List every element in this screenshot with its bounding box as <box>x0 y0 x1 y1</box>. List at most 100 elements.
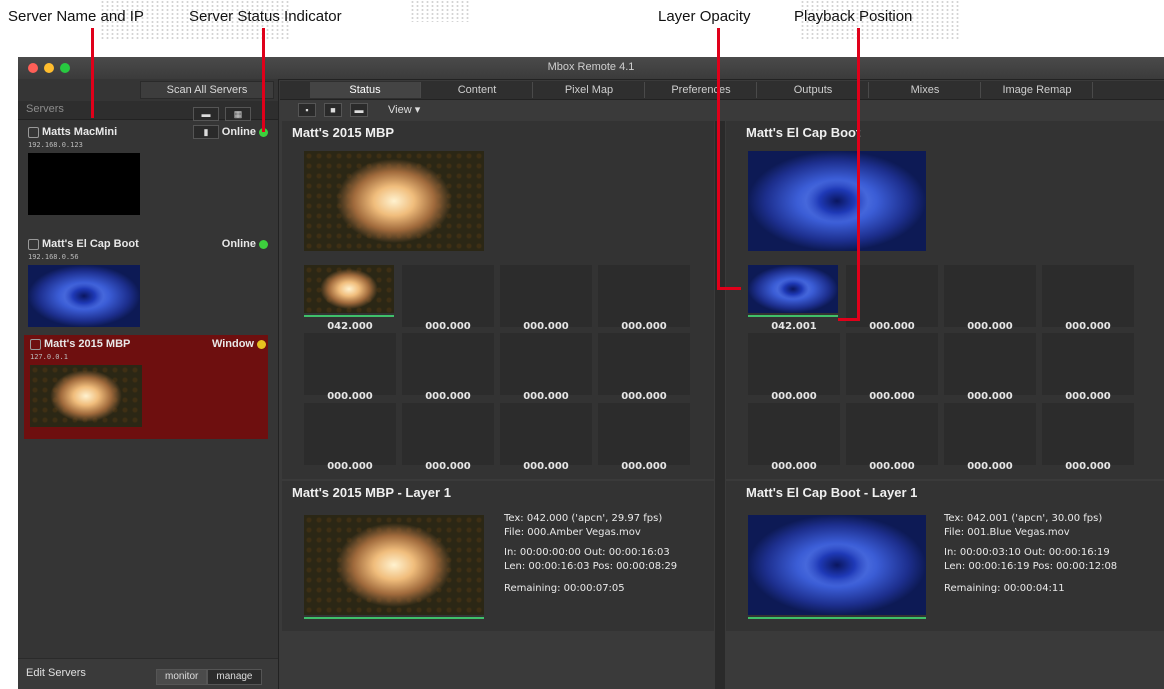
layer-value: 000.000 <box>327 461 373 472</box>
server-name: Matts MacMini <box>42 126 118 138</box>
layer-value: 000.000 <box>425 321 471 332</box>
annotation-leader-line <box>857 28 860 320</box>
layout-small-icon[interactable]: ▪ <box>298 103 316 117</box>
layer-slot[interactable] <box>1042 403 1134 465</box>
layer-value: 000.000 <box>425 461 471 472</box>
layer-value: 000.000 <box>621 461 667 472</box>
layer-panel-left: Matt's 2015 MBP - Layer 1 Tex: 042.000 (… <box>282 481 714 631</box>
layer-slot[interactable] <box>304 403 396 465</box>
layer-value: 000.000 <box>869 391 915 402</box>
layer-slot[interactable] <box>402 403 494 465</box>
status-toolbar: ▪ ■ ▬ View ▾ <box>280 101 1164 119</box>
annotation-leader-line <box>838 318 860 321</box>
status-panel-right: Matt's El Cap Boot 042.001 000.000 000.0… <box>726 121 1164 479</box>
layer-remaining: Remaining: 00:00:04:11 <box>944 583 1065 594</box>
playback-position-bar <box>748 315 838 317</box>
layer-slot[interactable] <box>598 403 690 465</box>
layer-file-info: File: 000.Amber Vegas.mov <box>504 527 641 538</box>
layer-value: 000.000 <box>1065 461 1111 472</box>
sidebar-footer: Edit Servers monitor manage <box>18 658 278 689</box>
tab-content[interactable]: Content <box>422 82 533 98</box>
server-icon <box>28 239 39 250</box>
server-ip: 192.168.0.123 <box>28 141 83 149</box>
servers-header: Servers ▬ ▦▮ <box>18 101 278 139</box>
tab-preferences[interactable]: Preferences <box>646 82 757 98</box>
edit-servers-button[interactable]: Edit Servers <box>26 667 86 679</box>
server-icon <box>30 339 41 350</box>
layer-value: 000.000 <box>1065 391 1111 402</box>
output-preview <box>304 151 484 251</box>
scan-all-servers-button[interactable]: Scan All Servers <box>140 81 274 99</box>
monitor-mode-button[interactable]: monitor <box>156 669 208 685</box>
server-status: Online <box>221 126 256 138</box>
layer-slot[interactable] <box>1042 333 1134 395</box>
manage-mode-button[interactable]: manage <box>207 669 262 685</box>
layer-len-pos: Len: 00:00:16:03 Pos: 00:00:08:29 <box>504 561 678 572</box>
annotation-server-name-ip: Server Name and IP <box>8 8 144 25</box>
layer-slot[interactable] <box>944 403 1036 465</box>
tab-outputs[interactable]: Outputs <box>758 82 869 98</box>
view-small-icon[interactable]: ▬ <box>193 107 219 121</box>
layer-in-out: In: 00:00:00:00 Out: 00:00:16:03 <box>504 547 670 558</box>
layer-value: 042.000 <box>327 321 373 332</box>
servers-sidebar: Scan All Servers Servers ▬ ▦▮ Matts MacMi… <box>18 79 279 689</box>
world-map-decoration <box>410 0 470 22</box>
server-name: Matt's 2015 MBP <box>44 338 131 350</box>
annotation-leader-line <box>717 287 741 290</box>
server-entry-selected[interactable]: Matt's 2015 MBP 127.0.0.1 Window <box>24 335 268 439</box>
layer-len-pos: Len: 00:00:16:19 Pos: 00:00:12:08 <box>944 561 1118 572</box>
layer-slot[interactable] <box>748 403 840 465</box>
layer-slot[interactable] <box>846 333 938 395</box>
layer-slot[interactable] <box>500 265 592 327</box>
playback-position-bar <box>748 617 926 619</box>
server-preview-thumbnail <box>28 153 140 215</box>
layer-value: 000.000 <box>771 461 817 472</box>
layer-slot-active[interactable] <box>748 265 838 313</box>
server-entry[interactable]: Matt's El Cap Boot 192.168.0.56 Online <box>22 235 270 335</box>
layer-slot[interactable] <box>944 333 1036 395</box>
layout-large-icon[interactable]: ▬ <box>350 103 368 117</box>
layer-slot[interactable] <box>944 265 1036 327</box>
layer-remaining: Remaining: 00:00:07:05 <box>504 583 625 594</box>
layer-value: 000.000 <box>523 391 569 402</box>
layer-preview <box>304 515 484 615</box>
layer-value: 000.000 <box>621 321 667 332</box>
tab-mixes[interactable]: Mixes <box>870 82 981 98</box>
layer-slot[interactable] <box>500 333 592 395</box>
layer-slot[interactable] <box>598 265 690 327</box>
layer-tex-info: Tex: 042.001 ('apcn', 30.00 fps) <box>944 513 1103 524</box>
annotation-layer-opacity: Layer Opacity <box>658 8 751 25</box>
layer-panel-right: Matt's El Cap Boot - Layer 1 Tex: 042.00… <box>726 481 1164 631</box>
server-preview-thumbnail <box>28 265 140 327</box>
status-indicator-icon <box>259 240 268 249</box>
layer-slot[interactable] <box>402 265 494 327</box>
tab-image-remap[interactable]: Image Remap <box>982 82 1093 98</box>
tab-status[interactable]: Status <box>310 82 421 98</box>
layer-slot[interactable] <box>402 333 494 395</box>
layout-medium-icon[interactable]: ■ <box>324 103 342 117</box>
server-entry[interactable]: Matts MacMini 192.168.0.123 Online <box>22 123 270 223</box>
view-grid-icon[interactable]: ▦ <box>225 107 251 121</box>
tab-bar: Status Content Pixel Map Preferences Out… <box>280 81 1164 100</box>
layer-slot[interactable] <box>846 403 938 465</box>
tab-pixel-map[interactable]: Pixel Map <box>534 82 645 98</box>
playback-position-bar <box>304 617 484 619</box>
layer-slot[interactable] <box>304 333 396 395</box>
playback-position-bar <box>304 315 394 317</box>
layer-slot[interactable] <box>1042 265 1134 327</box>
layer-value: 042.001 <box>771 321 817 332</box>
layer-slot-active[interactable] <box>304 265 394 313</box>
layer-slot[interactable] <box>748 333 840 395</box>
status-panel-left: Matt's 2015 MBP 042.000 000.000 000.000 … <box>282 121 714 479</box>
layer-slot[interactable] <box>598 333 690 395</box>
layer-value: 000.000 <box>327 391 373 402</box>
layer-value: 000.000 <box>523 461 569 472</box>
annotation-leader-line <box>91 28 94 118</box>
layer-value: 000.000 <box>967 461 1013 472</box>
server-name: Matt's El Cap Boot <box>42 238 139 250</box>
layer-file-info: File: 001.Blue Vegas.mov <box>944 527 1070 538</box>
view-dropdown[interactable]: View ▾ <box>388 103 420 116</box>
output-preview <box>748 151 926 251</box>
layer-slot[interactable] <box>500 403 592 465</box>
panel-title: Matt's El Cap Boot <box>746 125 861 140</box>
